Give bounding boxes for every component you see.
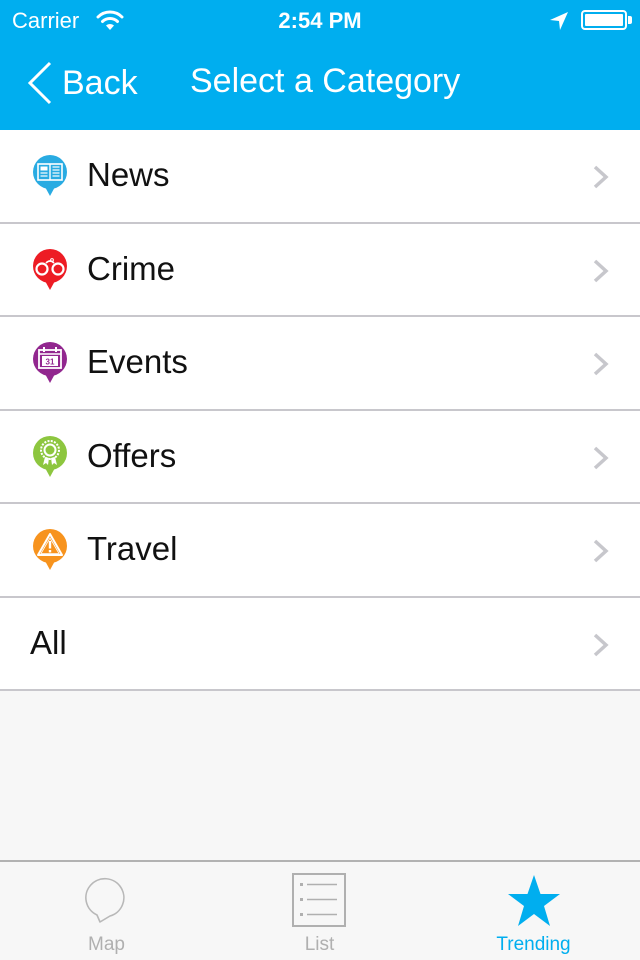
chevron-right-icon — [593, 165, 609, 189]
news-pin-icon — [33, 155, 67, 196]
category-label: Events — [87, 343, 188, 380]
category-row-all[interactable]: All — [0, 597, 640, 691]
tab-bar: Map List Trending — [0, 860, 640, 960]
chevron-right-icon — [593, 539, 609, 563]
list-icon — [291, 873, 346, 927]
category-row-travel[interactable]: Travel — [0, 504, 640, 598]
star-icon — [507, 875, 560, 926]
tab-label: Trending — [496, 934, 571, 955]
award-ribbon-pin-icon — [33, 435, 67, 477]
category-row-offers[interactable]: Offers — [0, 410, 640, 504]
category-label: Crime — [87, 249, 175, 287]
chevron-right-icon — [593, 352, 609, 376]
category-label: Travel — [87, 530, 178, 567]
category-row-news[interactable]: News — [0, 130, 640, 224]
navigation-bar: Back Select a Category — [0, 40, 640, 130]
tab-map[interactable]: Map — [0, 862, 213, 960]
chevron-right-icon — [593, 633, 609, 656]
handcuffs-pin-icon — [33, 248, 67, 290]
category-label: News — [87, 156, 170, 193]
page-title: Select a Category — [190, 62, 461, 100]
calendar-pin-icon: 31 — [33, 342, 67, 383]
category-label: All — [30, 623, 67, 661]
warning-pin-icon — [33, 529, 67, 570]
header: Carrier 2:54 PM Back Select a Category — [0, 0, 640, 130]
status-bar: Carrier 2:54 PM — [0, 0, 640, 40]
calendar-day-text: 31 — [46, 358, 55, 367]
chevron-right-icon — [593, 446, 609, 469]
category-row-crime[interactable]: Crime — [0, 223, 640, 317]
tab-label: Map — [88, 934, 125, 955]
tab-trending[interactable]: Trending — [427, 862, 640, 960]
back-label: Back — [62, 63, 138, 102]
map-pin-icon — [84, 877, 125, 923]
clock: 2:54 PM — [278, 8, 362, 33]
category-row-events[interactable]: 31 Events — [0, 317, 640, 411]
chevron-left-icon — [27, 61, 52, 105]
chevron-right-icon — [593, 259, 609, 282]
category-list: News Crime 31 Events Offers Travel All — [0, 130, 640, 691]
category-label: Offers — [87, 436, 177, 474]
location-arrow-icon — [550, 12, 568, 30]
battery-icon — [581, 10, 627, 30]
battery-tip — [628, 16, 632, 24]
tab-label: List — [304, 934, 335, 955]
back-button[interactable]: Back — [26, 60, 138, 106]
tab-list[interactable]: List — [213, 862, 426, 960]
